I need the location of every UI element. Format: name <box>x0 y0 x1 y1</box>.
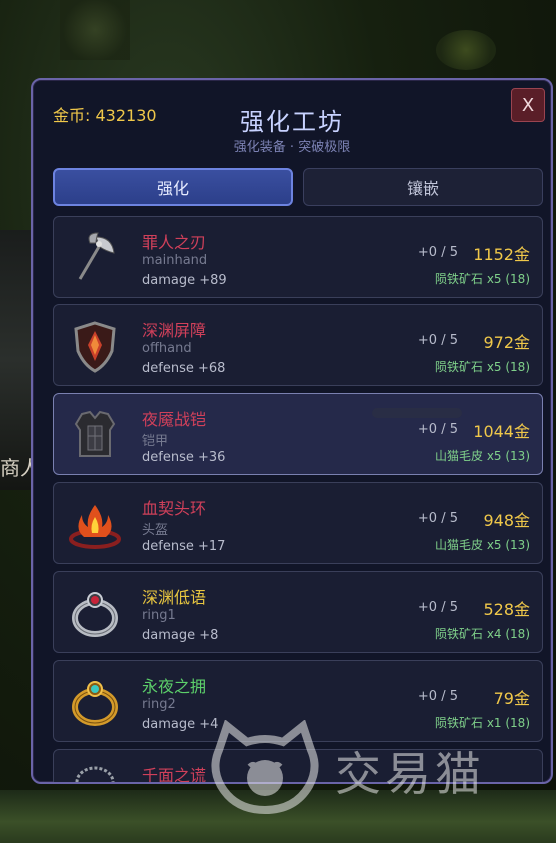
tab-enhance[interactable]: 强化 <box>53 168 293 206</box>
armor-icon <box>74 410 116 457</box>
item-slot: offhand <box>142 341 192 356</box>
flame-circlet-icon <box>69 505 121 549</box>
enhance-cost: 948金 <box>483 511 530 530</box>
item-name: 血契头环 <box>142 499 207 518</box>
equipment-row[interactable]: 永夜之拥 ring2 damage +4 +0 / 5 79金 陨铁矿石 x1 … <box>53 660 543 742</box>
item-slot: ring1 <box>142 608 176 623</box>
item-slot: 铠甲 <box>142 434 169 449</box>
enhance-level: +0 / 5 <box>417 511 458 526</box>
equipment-row[interactable]: 血契头环 头盔 defense +17 +0 / 5 948金 山猫毛皮 x5 … <box>53 482 543 564</box>
shield-icon <box>74 321 116 373</box>
gold-ring-icon <box>72 681 118 726</box>
equipment-row[interactable]: 夜魇战铠 铠甲 defense +36 +0 / 5 1044金 山猫毛皮 x5… <box>53 393 543 475</box>
item-name: 夜魇战铠 <box>142 410 207 429</box>
enhance-cost: 1152金 <box>473 245 530 264</box>
necklace-icon <box>75 766 115 782</box>
enhance-material: 陨铁矿石 x5 (18) <box>435 272 530 286</box>
equipment-row[interactable]: 千面之谎 <box>53 749 543 784</box>
item-name: 千面之谎 <box>142 766 207 784</box>
enhance-material: 陨铁矿石 x1 (18) <box>435 716 530 730</box>
enhance-level: +0 / 5 <box>417 422 458 437</box>
background-emblem <box>60 0 130 60</box>
item-name: 深渊低语 <box>142 588 207 607</box>
enhance-level: +0 / 5 <box>417 689 458 704</box>
item-slot: 头盔 <box>142 523 169 538</box>
close-button[interactable]: X <box>511 88 545 122</box>
item-stat: damage +8 <box>142 628 219 643</box>
panel-title: 强化工坊 <box>240 108 344 136</box>
silver-ring-icon <box>72 592 118 637</box>
enhance-cost: 528金 <box>483 600 530 619</box>
enhance-material: 山猫毛皮 x5 (13) <box>435 449 530 463</box>
equipment-row[interactable]: 深渊低语 ring1 damage +8 +0 / 5 528金 陨铁矿石 x4… <box>53 571 543 653</box>
enhance-material: 陨铁矿石 x4 (18) <box>435 627 530 641</box>
background-ground <box>0 790 556 843</box>
enhance-material: 陨铁矿石 x5 (18) <box>435 360 530 374</box>
enhance-cost: 972金 <box>483 333 530 352</box>
enhance-level: +0 / 5 <box>417 245 458 260</box>
equipment-row[interactable]: 深渊屏障 offhand defense +68 +0 / 5 972金 陨铁矿… <box>53 304 543 386</box>
panel-subtitle: 强化装备 · 突破极限 <box>233 140 351 155</box>
item-stat: damage +89 <box>142 273 227 288</box>
background-decoration <box>436 30 496 70</box>
item-name: 罪人之刃 <box>142 233 207 252</box>
item-stat: defense +17 <box>142 539 226 554</box>
item-name: 深渊屏障 <box>142 321 207 340</box>
tab-inlay[interactable]: 镶嵌 <box>303 168 543 206</box>
battle-axe-icon <box>78 232 115 280</box>
enhance-cost: 79金 <box>493 689 530 708</box>
enhance-material: 山猫毛皮 x5 (13) <box>435 538 530 552</box>
enhance-level: +0 / 5 <box>417 600 458 615</box>
item-slot: ring2 <box>142 697 176 712</box>
enhance-level: +0 / 5 <box>417 333 458 348</box>
item-stat: damage +4 <box>142 717 219 732</box>
equipment-row[interactable]: 罪人之刃 mainhand damage +89 +0 / 5 1152金 陨铁… <box>53 216 543 298</box>
enhance-cost: 1044金 <box>473 422 530 441</box>
item-name: 永夜之拥 <box>142 677 207 696</box>
item-stat: defense +68 <box>142 361 226 376</box>
item-slot: mainhand <box>142 253 208 268</box>
enhance-workshop-panel: 金币: 432130 强化工坊 强化装备 · 突破极限 X 强化 镶嵌 罪人之刃… <box>31 78 553 784</box>
obscured-text <box>372 408 462 418</box>
item-stat: defense +36 <box>142 450 226 465</box>
